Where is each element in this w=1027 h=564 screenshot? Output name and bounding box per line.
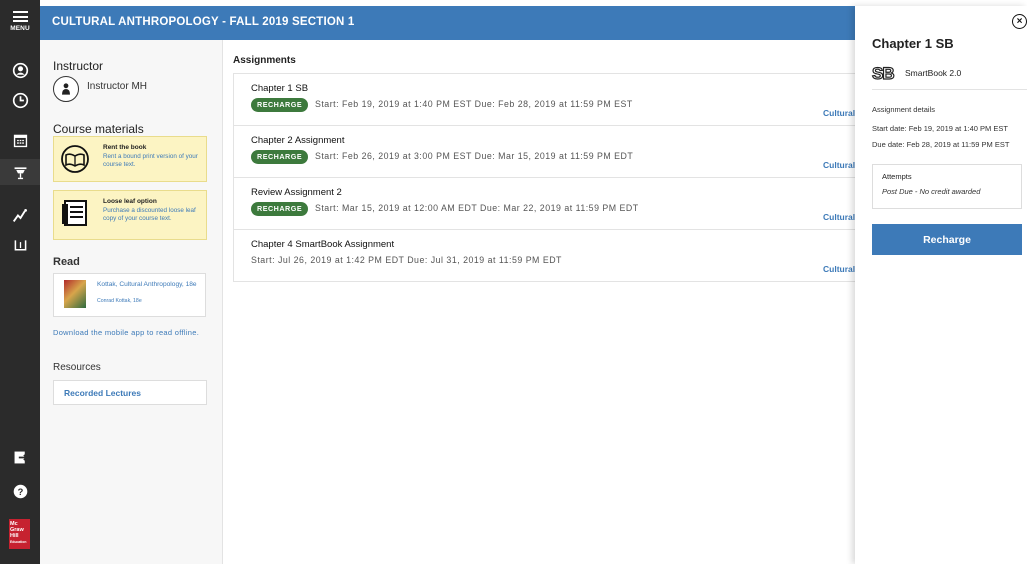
- menu-label: MENU: [10, 25, 30, 32]
- presentation-icon[interactable]: [0, 159, 40, 185]
- assignment-name: Chapter 1 SB: [251, 83, 309, 94]
- divider: [872, 89, 1027, 90]
- course-materials-heading: Course materials: [53, 122, 144, 136]
- exit-icon[interactable]: [0, 444, 40, 470]
- insights-icon[interactable]: [0, 202, 40, 228]
- loose-leaf-text: Purchase a discounted loose leaf copy of…: [103, 207, 196, 222]
- course-sidebar: Instructor Instructor MH Course material…: [40, 40, 223, 564]
- ebook-card[interactable]: Kottak, Cultural Anthropology, 18e Conra…: [53, 273, 206, 317]
- assignments-list: Chapter 1 SB RECHARGE Start: Feb 19, 201…: [233, 73, 883, 282]
- assignment-name: Chapter 2 Assignment: [251, 135, 345, 146]
- document-icon: [62, 200, 87, 226]
- assignment-row[interactable]: Chapter 2 Assignment RECHARGE Start: Feb…: [233, 126, 883, 178]
- book-title: Kottak, Cultural Anthropology, 18e: [97, 281, 197, 288]
- svg-text:?: ?: [17, 486, 23, 496]
- assignment-details-heading: Assignment details: [872, 105, 935, 114]
- app-root: MENU ? Mc Graw Hill Education CULTURAL A…: [0, 0, 1027, 564]
- course-tag: Cultural: [823, 212, 856, 222]
- assignment-type-label: SmartBook 2.0: [905, 68, 962, 78]
- loose-leaf-title: Loose leaf option: [103, 198, 157, 205]
- calendar-icon[interactable]: [0, 127, 40, 153]
- course-tag: Cultural: [823, 108, 856, 118]
- smartbook-icon: SB: [871, 63, 895, 83]
- left-rail: MENU ? Mc Graw Hill Education: [0, 0, 40, 564]
- assignment-name: Chapter 4 SmartBook Assignment: [251, 239, 395, 250]
- user-circle-icon[interactable]: [0, 57, 40, 83]
- close-icon[interactable]: ×: [1012, 14, 1027, 29]
- mobile-app-link[interactable]: Download the mobile app to read offline.: [53, 328, 208, 337]
- due-date-label: Due date:: [872, 140, 905, 149]
- hamburger-icon: [12, 11, 28, 22]
- assignments-section: Assignments Chapter 1 SB RECHARGE Start:…: [224, 40, 883, 564]
- due-date: Due date: Feb 28, 2019 at 11:59 PM EST: [872, 140, 1009, 149]
- instructor-avatar: [53, 76, 79, 102]
- detail-title: Chapter 1 SB: [872, 36, 954, 51]
- recharge-button[interactable]: Recharge: [872, 224, 1022, 255]
- loose-leaf-card[interactable]: Loose leaf option Purchase a discounted …: [53, 190, 207, 240]
- mcgraw-hill-logo: Mc Graw Hill Education: [9, 519, 30, 549]
- assignment-dates: Start: Feb 19, 2019 at 1:40 PM EST Due: …: [315, 99, 633, 109]
- start-date: Start date: Feb 19, 2019 at 1:40 PM EST: [872, 124, 1008, 133]
- book-cover-image: [64, 280, 86, 308]
- course-title: CULTURAL ANTHROPOLOGY - FALL 2019 SECTIO…: [52, 16, 355, 28]
- assignment-name: Review Assignment 2: [251, 187, 342, 198]
- assignment-row[interactable]: Chapter 1 SB RECHARGE Start: Feb 19, 201…: [233, 74, 883, 126]
- clock-icon[interactable]: [0, 87, 40, 113]
- menu-button[interactable]: MENU: [0, 11, 40, 47]
- assignment-row[interactable]: Chapter 4 SmartBook Assignment Start: Ju…: [233, 230, 883, 282]
- rent-book-title: Rent the book: [103, 144, 147, 151]
- instructor-name: Instructor MH: [87, 81, 148, 92]
- person-icon: [62, 83, 70, 95]
- book-author: Conrad Kottak, 18e: [97, 298, 142, 304]
- recorded-lectures-link[interactable]: Recorded Lectures: [53, 380, 207, 405]
- course-tag: Cultural: [823, 264, 856, 274]
- assignment-dates: Start: Feb 26, 2019 at 3:00 PM EST Due: …: [315, 151, 634, 161]
- assignment-dates: Start: Jul 26, 2019 at 1:42 PM EDT Due: …: [251, 255, 562, 265]
- course-header: CULTURAL ANTHROPOLOGY - FALL 2019 SECTIO…: [40, 6, 855, 40]
- recharge-badge: RECHARGE: [251, 202, 309, 216]
- rent-book-text: Rent a bound print version of your cours…: [103, 153, 198, 168]
- instructor-heading: Instructor: [53, 59, 104, 73]
- attempts-title: Attempts: [882, 172, 912, 181]
- course-tag: Cultural: [823, 160, 856, 170]
- rent-book-card[interactable]: Rent the book Rent a bound print version…: [53, 136, 207, 182]
- due-date-value: Feb 28, 2019 at 11:59 PM EST: [906, 140, 1010, 149]
- recharge-badge: RECHARGE: [251, 150, 309, 164]
- assignments-heading: Assignments: [233, 55, 296, 66]
- read-heading: Read: [53, 256, 80, 268]
- recharge-badge: RECHARGE: [251, 98, 309, 112]
- start-date-label: Start date:: [872, 124, 907, 133]
- assignment-row[interactable]: Review Assignment 2 RECHARGE Start: Mar …: [233, 178, 883, 230]
- assignment-dates: Start: Mar 15, 2019 at 12:00 AM EDT Due:…: [315, 203, 639, 213]
- attempts-box: Attempts Post Due - No credit awarded: [872, 164, 1022, 209]
- open-book-icon: [61, 145, 89, 173]
- start-date-value: Feb 19, 2019 at 1:40 PM EST: [908, 124, 1008, 133]
- resources-heading: Resources: [53, 362, 101, 373]
- reader-icon[interactable]: [0, 232, 40, 258]
- assignment-detail-panel: × Chapter 1 SB SB SmartBook 2.0 Assignme…: [855, 6, 1027, 564]
- help-icon[interactable]: ?: [0, 478, 40, 504]
- recorded-lectures-label: Recorded Lectures: [64, 388, 141, 398]
- attempts-value: Post Due - No credit awarded: [882, 187, 981, 196]
